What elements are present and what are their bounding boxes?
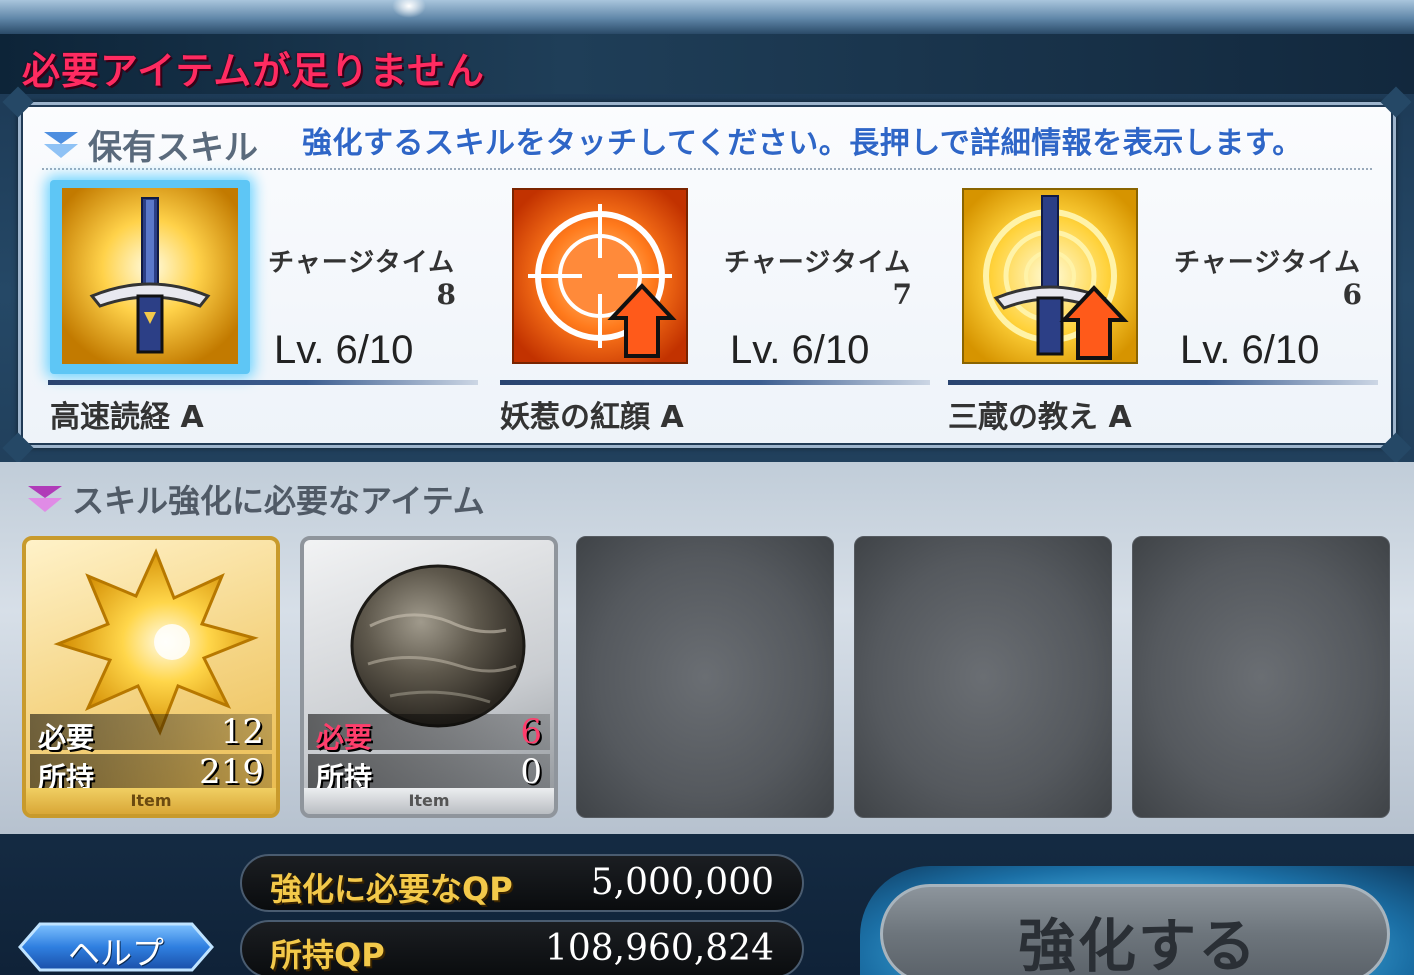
qp-owned-label: 所持QP: [270, 936, 385, 974]
items-section-header: スキル強化に必要なアイテム: [26, 476, 485, 522]
skill-slot-1[interactable]: チャージタイム 8 Lv. 6/10 高速読経 A: [48, 180, 496, 440]
skill-slot-3[interactable]: チャージタイム 6 Lv. 6/10 三蔵の教え A: [948, 180, 1402, 440]
qp-required-value: 5,000,000: [590, 862, 774, 903]
qp-required-label: 強化に必要なQP: [270, 870, 513, 908]
instruction-text: 強化するスキルをタッチしてください。長押しで詳細情報を表示します。: [302, 126, 1303, 161]
sword-rings-up-icon: [962, 188, 1138, 364]
required-label: 必要: [316, 721, 373, 754]
skill-underline: [500, 380, 930, 385]
charge-time-value: 7: [892, 278, 912, 311]
items-header-label: スキル強化に必要なアイテム: [72, 482, 485, 520]
target-crosshair-up-icon: [512, 188, 688, 364]
top-strip: [0, 0, 1414, 34]
skills-header-label: 保有スキル: [88, 128, 258, 168]
skill-underline: [48, 380, 478, 385]
divider: [42, 168, 1372, 170]
item-tag: Item: [304, 788, 554, 814]
skill-icon-frame-selected[interactable]: [50, 180, 250, 374]
skill-name: 妖惹の紅顔 A: [500, 400, 684, 435]
required-label: 必要: [38, 721, 95, 754]
panel-corner: [2, 432, 34, 464]
gold-star-gem-icon: [53, 548, 259, 736]
skill-slot-2[interactable]: チャージタイム 7 Lv. 6/10 妖惹の紅顔 A: [500, 180, 952, 440]
charge-time-value: 6: [1342, 278, 1362, 311]
skill-name: 高速読経 A: [50, 400, 204, 435]
help-button[interactable]: ヘルプ: [18, 922, 214, 972]
chevron-down-icon: [42, 130, 80, 160]
help-label: ヘルプ: [67, 934, 164, 972]
required-count: 12: [220, 712, 264, 752]
empty-item-slot: [1132, 536, 1390, 818]
required-count: 6: [520, 712, 542, 752]
enhance-label: 強化する: [1017, 912, 1258, 975]
qp-owned-pill: 所持QP 108,960,824: [240, 920, 804, 975]
empty-item-slot: [576, 536, 834, 818]
qp-owned-value: 108,960,824: [544, 928, 774, 969]
sparkle-decoration: [392, 0, 426, 18]
empty-item-slot: [854, 536, 1112, 818]
qp-required-pill: 強化に必要なQP 5,000,000: [240, 854, 804, 912]
skill-level: Lv. 6/10: [1180, 328, 1320, 372]
skill-underline: [948, 380, 1378, 385]
skill-level: Lv. 6/10: [730, 328, 870, 372]
skills-section-header: 保有スキル: [42, 120, 258, 169]
item-tag: Item: [26, 788, 276, 814]
stone-ball-icon: [350, 564, 526, 728]
skill-name: 三蔵の教え A: [948, 400, 1132, 435]
warning-title: 必要アイテムが足りません: [22, 49, 486, 93]
charge-time-label: チャージタイム: [1174, 248, 1362, 278]
charge-time-label: チャージタイム: [724, 248, 912, 278]
owned-count: 219: [199, 752, 264, 792]
chevron-down-icon: [26, 484, 64, 514]
skill-icon-frame[interactable]: [512, 188, 690, 366]
item-card[interactable]: 必要 12 所持 219 Item: [22, 536, 280, 818]
owned-count: 0: [520, 752, 542, 792]
skill-icon-frame[interactable]: [962, 188, 1140, 366]
skill-level: Lv. 6/10: [274, 328, 414, 372]
sword-radiant-icon: [62, 188, 238, 364]
enhance-button[interactable]: 強化する: [880, 884, 1390, 975]
charge-time-label: チャージタイム: [268, 248, 456, 278]
charge-time-value: 8: [436, 278, 456, 311]
item-card[interactable]: 必要 6 所持 0 Item: [300, 536, 558, 818]
